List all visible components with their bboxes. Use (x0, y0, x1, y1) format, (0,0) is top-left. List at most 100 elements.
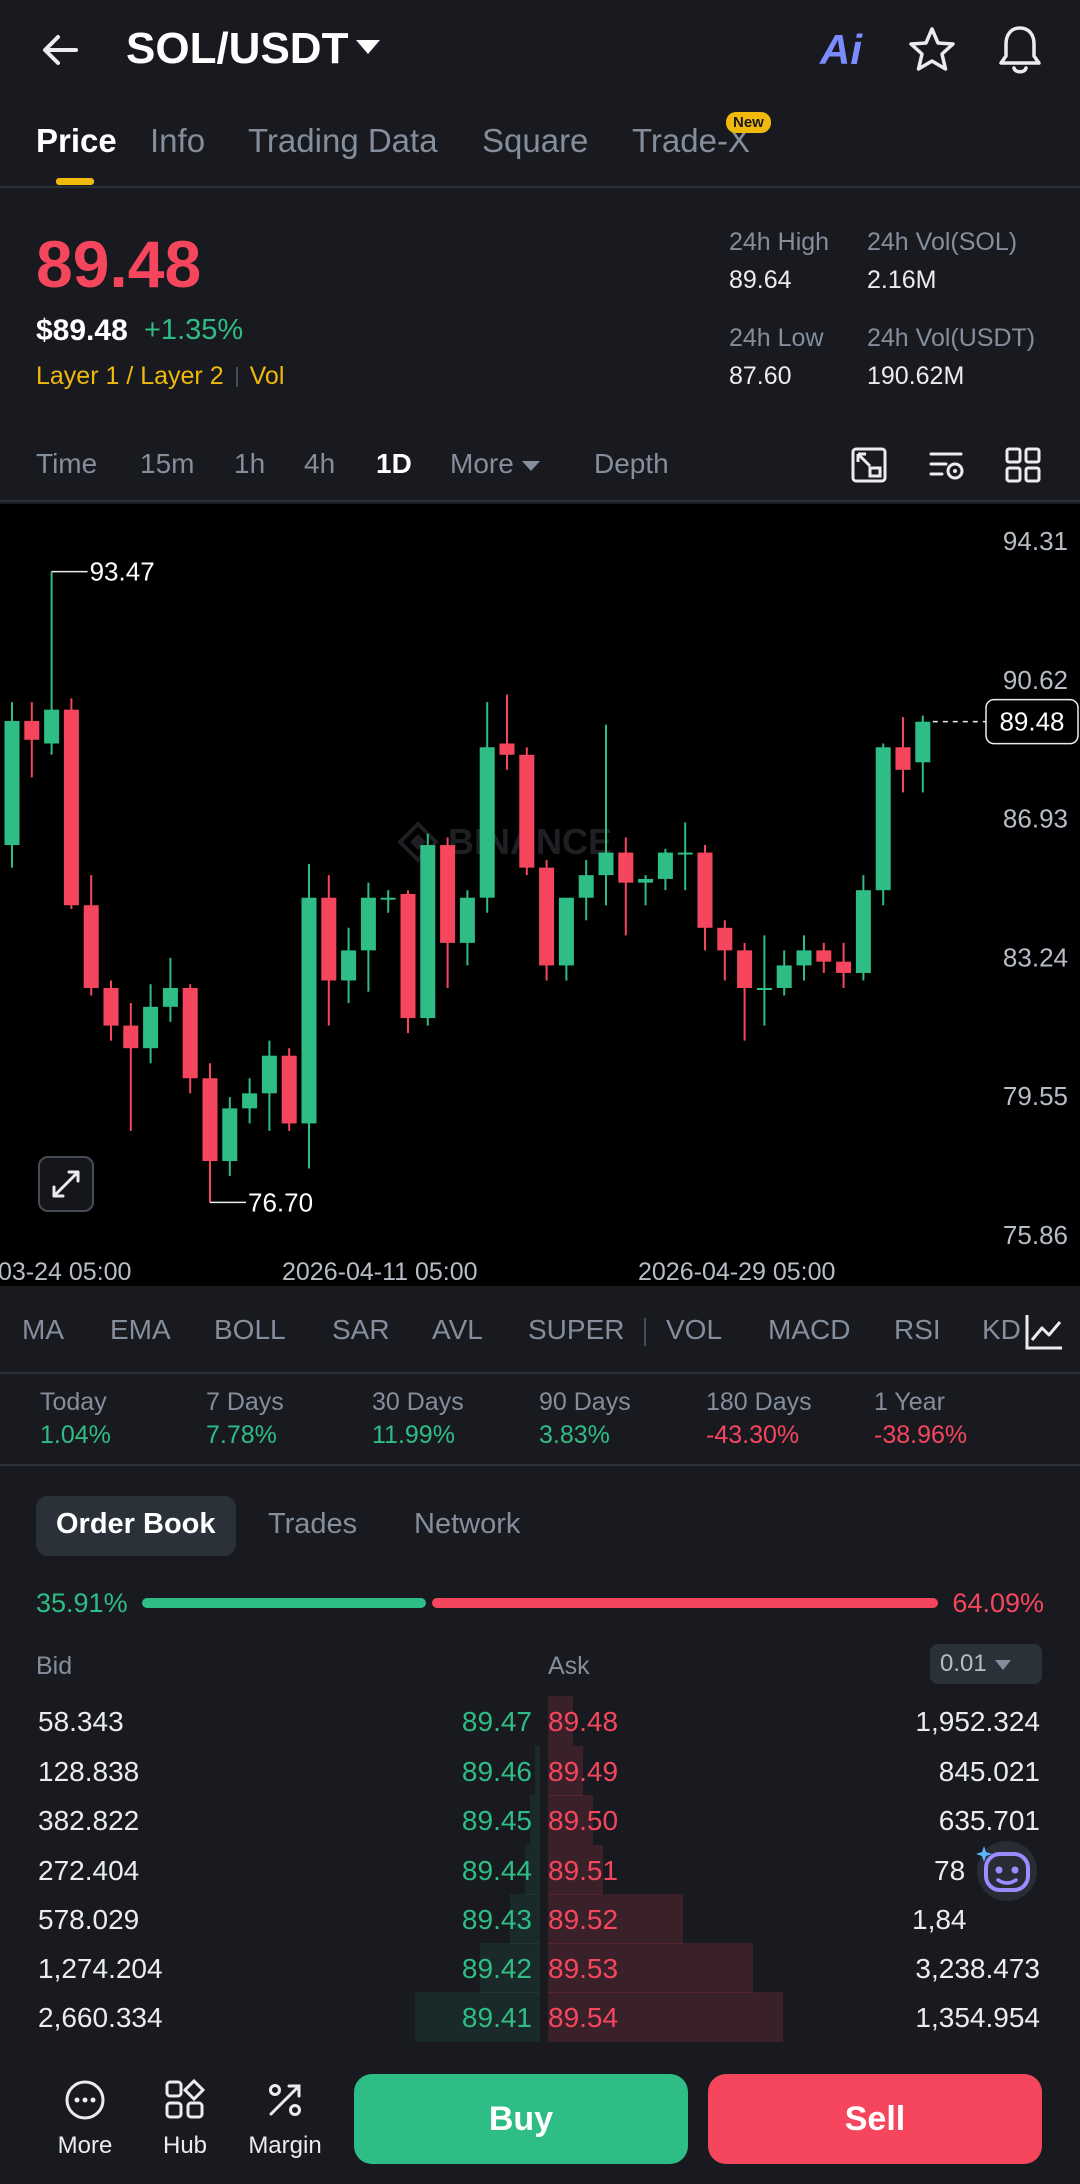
interval-depth[interactable]: Depth (594, 448, 669, 480)
indicator-bar: MA EMA BOLL SAR AVL SUPER VOL MACD RSI K… (0, 1288, 1080, 1374)
candle (499, 694, 515, 770)
tab-order-book[interactable]: Order Book (36, 1496, 236, 1556)
candle (677, 822, 693, 891)
order-book-row[interactable]: 2,660.334 89.41 89.54 1,354.954 (0, 1992, 1080, 2042)
order-book-row[interactable]: 272.404 89.44 89.51 78 (0, 1845, 1080, 1895)
candle-body (776, 965, 792, 988)
indicator-settings-icon[interactable] (1022, 1310, 1066, 1354)
ask-ratio: 64.09% (952, 1588, 1044, 1618)
notification-bell-icon[interactable] (994, 22, 1046, 78)
stat-low-label: 24h Low (729, 324, 824, 352)
candle-body (440, 845, 456, 943)
chart-settings-icon[interactable] (928, 446, 966, 484)
interval-4h[interactable]: 4h (304, 448, 335, 480)
candle (162, 957, 178, 1022)
margin-label: Margin (248, 2132, 322, 2159)
interval-more[interactable]: More (450, 448, 540, 480)
candle-body (341, 950, 357, 981)
bid-qty: 128.838 (38, 1756, 140, 1787)
interval-15m[interactable]: 15m (140, 448, 194, 480)
candle (440, 837, 456, 988)
order-book-row[interactable]: 128.838 89.46 89.49 845.021 (0, 1746, 1080, 1796)
candle-body (796, 950, 812, 966)
tab-info[interactable]: Info (150, 122, 205, 160)
candle-body (657, 852, 673, 879)
performance-strip: Today 1.04% 7 Days 7.78% 30 Days 11.99% … (0, 1376, 1080, 1466)
candle-body (202, 1078, 218, 1162)
perf-1y: 1 Year -38.96% (874, 1388, 967, 1450)
tab-trading-data[interactable]: Trading Data (248, 122, 438, 160)
candle-body (63, 709, 79, 906)
candle-body (44, 709, 60, 744)
tab-price[interactable]: Price (36, 122, 117, 160)
last-price-label: 89.48 (999, 707, 1064, 737)
pair-dropdown-caret-icon[interactable] (356, 40, 380, 54)
more-caret-icon (521, 460, 540, 471)
candle (717, 920, 733, 981)
candle-body (895, 747, 911, 770)
order-book-row[interactable]: 58.343 89.47 89.48 1,952.324 (0, 1696, 1080, 1746)
bid-depth-bar (535, 1746, 540, 1796)
favorite-star-icon[interactable] (906, 24, 958, 76)
tab-network[interactable]: Network (394, 1496, 540, 1556)
interval-time[interactable]: Time (36, 448, 97, 480)
candle-body (618, 852, 634, 883)
perf-value: 11.99% (372, 1421, 455, 1449)
more-button[interactable]: More (40, 2078, 130, 2160)
candle (420, 833, 436, 1026)
ai-assistant-icon[interactable]: Ai (820, 26, 862, 74)
order-book-row[interactable]: 382.822 89.45 89.50 635.701 (0, 1795, 1080, 1845)
indicator-ma[interactable]: MA (22, 1314, 64, 1346)
candle-body (420, 845, 436, 1019)
buy-button[interactable]: Buy (354, 2074, 688, 2164)
interval-1h[interactable]: 1h (234, 448, 265, 480)
assistant-bot-icon[interactable] (972, 1836, 1042, 1906)
candle-body (598, 852, 614, 876)
pair-title[interactable]: SOL/USDT (126, 24, 348, 74)
margin-button[interactable]: Margin (240, 2078, 330, 2160)
candle (44, 571, 60, 755)
perf-7d: 7 Days 7.78% (206, 1388, 284, 1450)
indicator-sar[interactable]: SAR (332, 1314, 390, 1346)
stat-vol-quote-value: 190.62M (867, 362, 965, 390)
ask-qty: 1,952.324 (915, 1706, 1040, 1737)
candle-body (737, 950, 753, 988)
tab-square[interactable]: Square (482, 122, 588, 160)
chart-expand-button[interactable] (38, 1156, 94, 1212)
ask-price: 89.50 (548, 1805, 619, 1836)
indicator-rsi[interactable]: RSI (894, 1314, 941, 1346)
indicator-kd[interactable]: KD (982, 1314, 1020, 1346)
price-change-percent: +1.35% (144, 314, 244, 346)
candlestick-chart[interactable]: BINANCE 94.3190.6286.9383.2479.5575.86 0… (0, 504, 1080, 1286)
x-tick-label: 03-24 05:00 (0, 1258, 131, 1286)
y-tick-label: 83.24 (1003, 942, 1068, 972)
tag-layer[interactable]: Layer 1 / Layer 2 (36, 362, 224, 390)
layout-grid-icon[interactable] (1004, 446, 1042, 484)
candle (558, 897, 574, 981)
indicator-avl[interactable]: AVL (432, 1314, 483, 1346)
sell-button[interactable]: Sell (708, 2074, 1042, 2164)
candle-body (638, 878, 654, 883)
indicator-super[interactable]: SUPER (528, 1314, 624, 1346)
indicator-vol[interactable]: VOL (666, 1314, 722, 1346)
order-book-row[interactable]: 578.029 89.43 89.52 1,84 (0, 1894, 1080, 1944)
candle (519, 747, 535, 876)
indicator-ema[interactable]: EMA (110, 1314, 171, 1346)
precision-select[interactable]: 0.01 (930, 1644, 1042, 1684)
tab-trades[interactable]: Trades (248, 1496, 377, 1556)
candle (182, 984, 198, 1094)
candle-body (400, 893, 416, 1019)
interval-1d[interactable]: 1D (376, 448, 412, 480)
chart-fullscreen-icon[interactable] (850, 446, 888, 484)
candle (123, 1003, 139, 1131)
tag-vol[interactable]: Vol (250, 362, 285, 390)
indicator-boll[interactable]: BOLL (214, 1314, 286, 1346)
indicator-macd[interactable]: MACD (768, 1314, 850, 1346)
candle-body (103, 987, 119, 1026)
candle (578, 860, 594, 921)
perf-today: Today 1.04% (40, 1388, 111, 1450)
order-book-row[interactable]: 1,274.204 89.42 89.53 3,238.473 (0, 1943, 1080, 1993)
bid-qty: 58.343 (38, 1706, 124, 1737)
back-arrow-icon[interactable] (36, 26, 84, 74)
hub-button[interactable]: Hub (140, 2078, 230, 2160)
